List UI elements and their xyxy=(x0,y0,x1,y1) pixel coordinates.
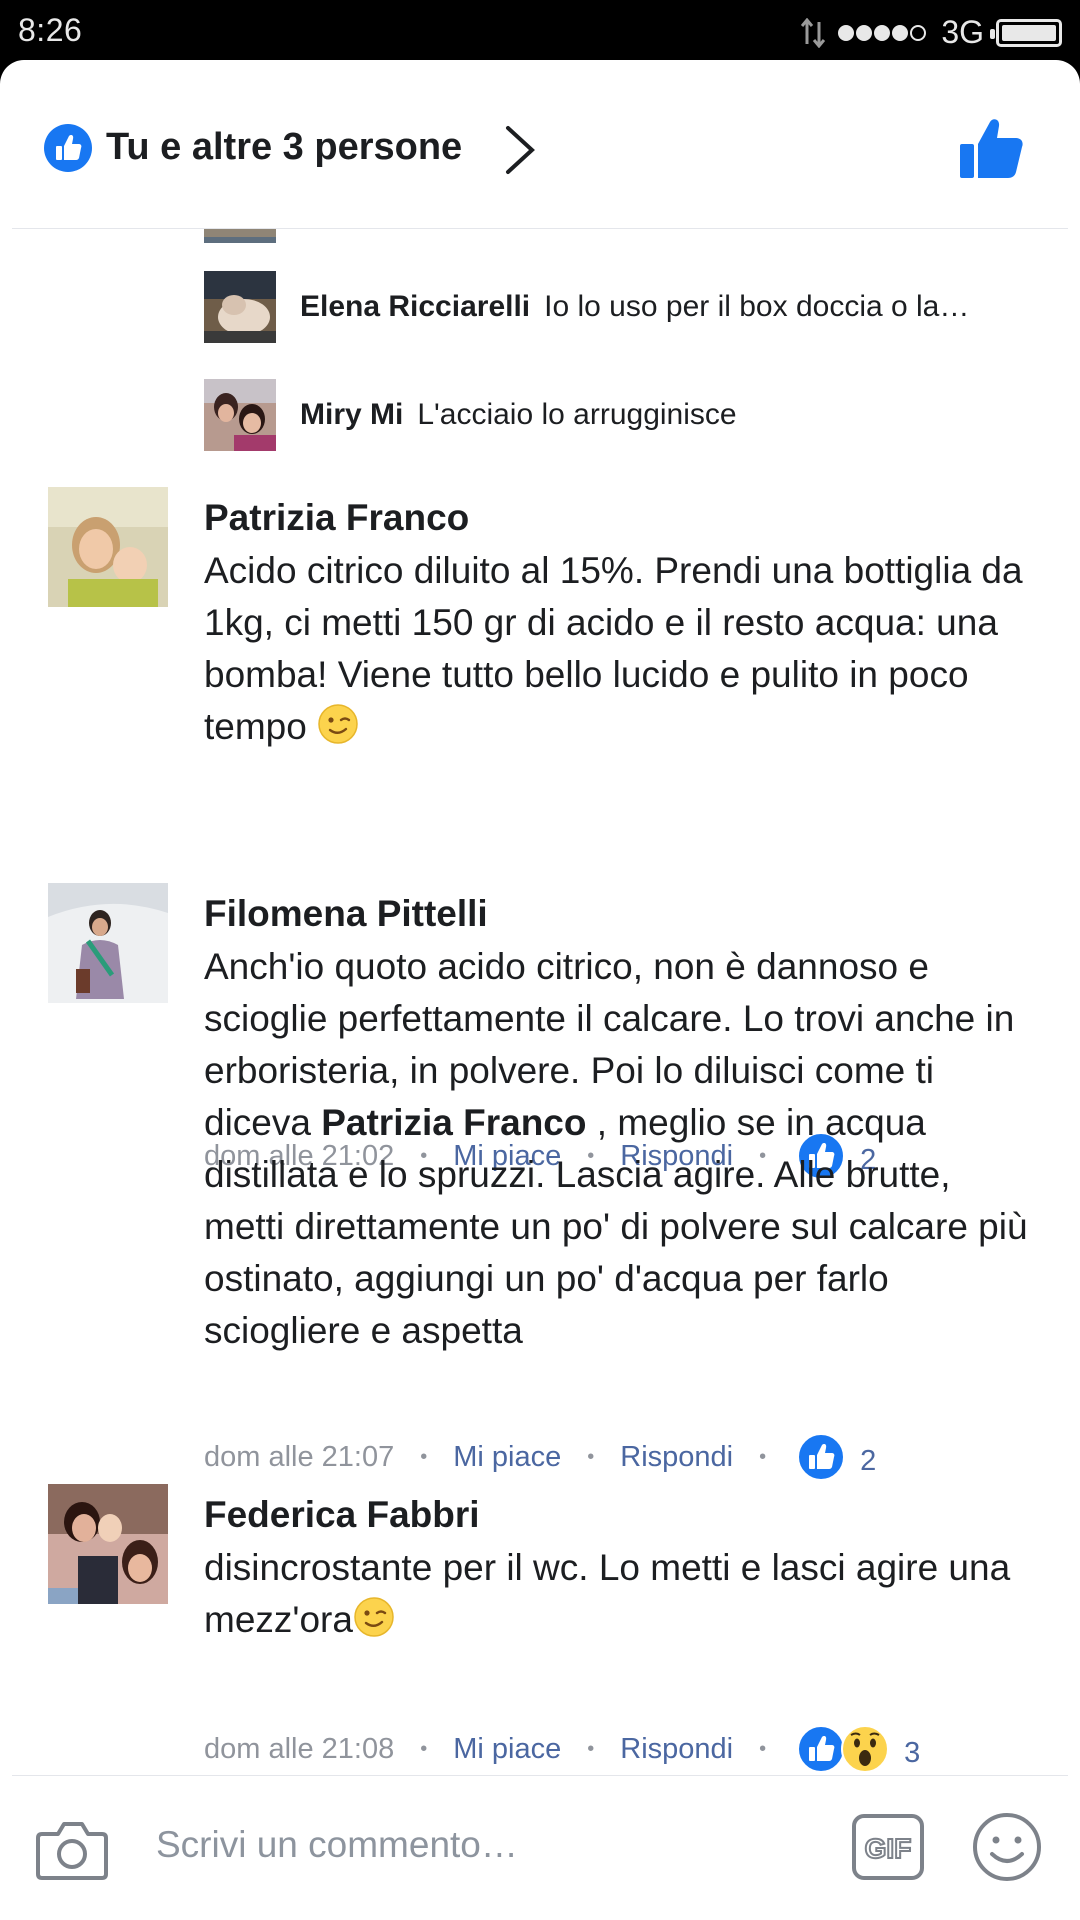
avatar[interactable] xyxy=(48,883,168,1003)
status-bar: 8:26 3G xyxy=(0,0,1080,60)
comment-author[interactable]: Filomena Pittelli xyxy=(204,893,488,935)
avatar xyxy=(204,229,276,243)
separator: • xyxy=(420,1737,428,1760)
separator: • xyxy=(587,1737,595,1760)
comment-composer: Scrivi un commento… GIF xyxy=(0,1776,1080,1920)
comment-author[interactable]: Federica Fabbri xyxy=(204,1494,480,1536)
reply-button[interactable]: Rispondi xyxy=(620,1441,733,1474)
separator: • xyxy=(759,1737,767,1760)
gif-icon[interactable]: GIF xyxy=(852,1814,924,1880)
wink-emoji-icon xyxy=(354,1597,394,1637)
like-badge-icon xyxy=(44,124,92,172)
comments-sheet: Tu e altre 3 persone Elena Ricciarelli I… xyxy=(0,60,1080,1920)
reply-button[interactable]: Rispondi xyxy=(620,1733,733,1766)
avatar[interactable] xyxy=(204,379,276,451)
reaction-count[interactable]: 3 xyxy=(904,1737,920,1770)
avatar[interactable] xyxy=(48,487,168,607)
comment-meta: dom alle 21:07 • Mi piace • Rispondi • 2 xyxy=(204,1432,876,1482)
reply-author[interactable]: Elena Ricciarelli xyxy=(300,290,530,324)
mention-link[interactable]: Patrizia Franco xyxy=(321,1102,586,1143)
battery-icon xyxy=(990,18,1062,47)
reaction-summary[interactable]: 2 xyxy=(796,1432,876,1482)
reaction-summary[interactable]: 3 xyxy=(796,1724,920,1774)
comment-text: disincrostante per il wc. Lo metti e las… xyxy=(204,1542,1040,1646)
like-reaction-icon xyxy=(797,1725,846,1773)
separator: • xyxy=(420,1445,428,1468)
reactors-summary[interactable]: Tu e altre 3 persone xyxy=(106,126,462,169)
separator: • xyxy=(587,1445,595,1468)
smiley-icon[interactable] xyxy=(972,1812,1042,1882)
camera-icon[interactable] xyxy=(36,1818,108,1882)
reaction-count[interactable]: 2 xyxy=(860,1445,876,1478)
comment-text: Anch'io quoto acido citrico, non è danno… xyxy=(204,941,1040,1357)
wink-emoji-icon xyxy=(318,704,358,744)
like-button[interactable]: Mi piace xyxy=(453,1733,561,1766)
signal-strength-icon xyxy=(838,24,927,41)
avatar[interactable] xyxy=(48,1484,168,1604)
comment-text: Acido citrico diluito al 15%. Prendi una… xyxy=(204,545,1040,753)
reactions-header[interactable]: Tu e altre 3 persone xyxy=(0,60,1080,228)
comment-meta: dom alle 21:08 • Mi piace • Rispondi • 3 xyxy=(204,1724,920,1774)
avatar[interactable] xyxy=(204,271,276,343)
wow-reaction-icon xyxy=(841,1725,890,1773)
separator: • xyxy=(759,1445,767,1468)
comment-timestamp: dom alle 21:08 xyxy=(204,1732,395,1765)
comment-input[interactable]: Scrivi un commento… xyxy=(156,1824,518,1866)
reply-author[interactable]: Miry Mi xyxy=(300,398,403,432)
thumbs-up-icon[interactable] xyxy=(958,116,1024,182)
reply-item[interactable]: Elena Ricciarelli Io lo uso per il box d… xyxy=(204,271,969,343)
status-indicators: 3G xyxy=(801,14,1062,51)
reply-text[interactable]: L'acciaio lo arrugginisce xyxy=(417,398,736,432)
comment-body: disincrostante per il wc. Lo metti e las… xyxy=(204,1547,1011,1640)
like-reaction-icon xyxy=(797,1433,846,1481)
status-time: 8:26 xyxy=(18,12,83,48)
network-type: 3G xyxy=(941,14,984,50)
gif-label: GIF xyxy=(865,1833,912,1864)
comment-author[interactable]: Patrizia Franco xyxy=(204,497,469,539)
data-transfer-icon xyxy=(801,17,826,48)
like-button[interactable]: Mi piace xyxy=(453,1441,561,1474)
reply-text[interactable]: Io lo uso per il box doccia o la… xyxy=(544,290,969,324)
reply-item[interactable]: Miry Mi L'acciaio lo arrugginisce xyxy=(204,379,737,451)
chevron-right-icon[interactable] xyxy=(500,124,540,176)
header-divider xyxy=(12,228,1068,229)
comment-timestamp: dom alle 21:07 xyxy=(204,1440,395,1473)
